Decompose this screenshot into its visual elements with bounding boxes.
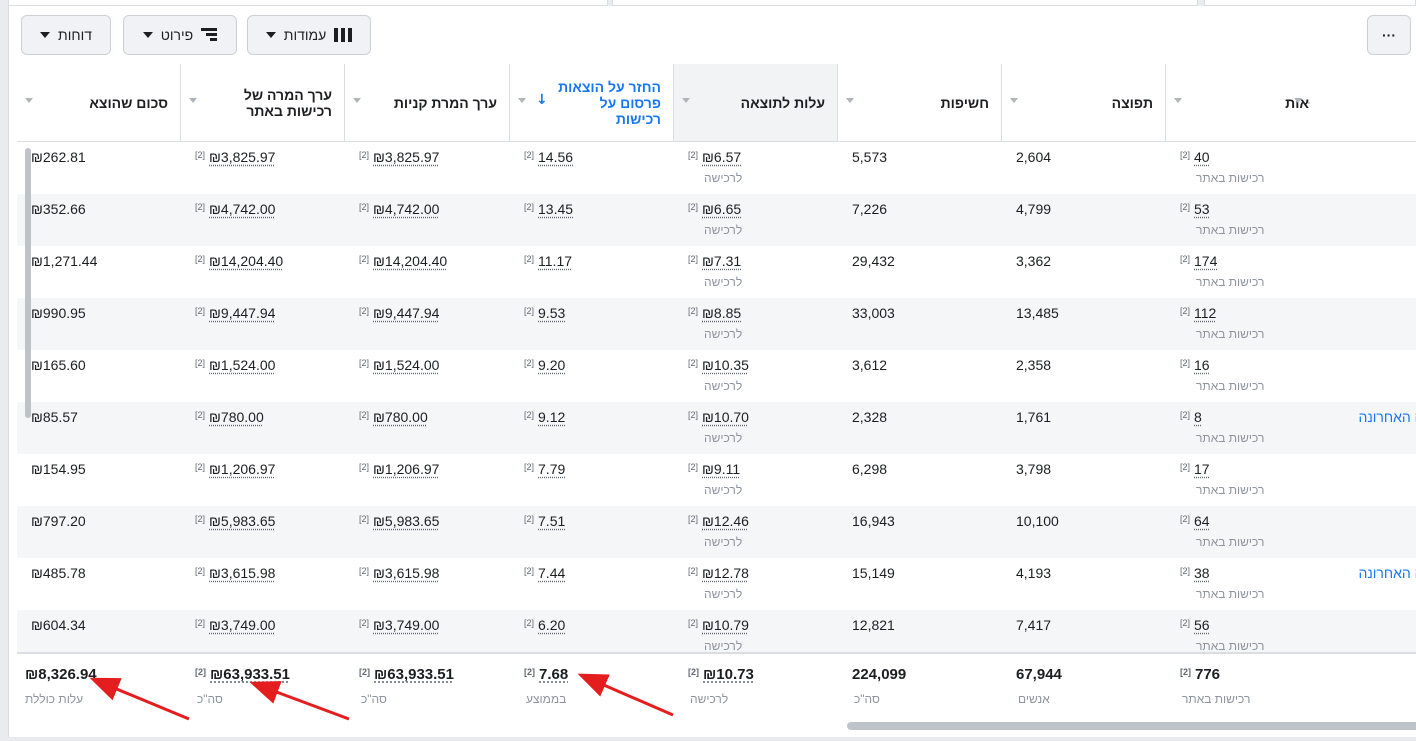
annotation-arrow <box>249 681 350 721</box>
ads-report-panel: דוחות פירוט עמודות ··· סכום שהוצא ערך המ… <box>8 6 1416 737</box>
annotation-arrows <box>89 673 674 721</box>
annotation-arrow <box>577 673 674 717</box>
annotation-arrow <box>89 677 190 721</box>
